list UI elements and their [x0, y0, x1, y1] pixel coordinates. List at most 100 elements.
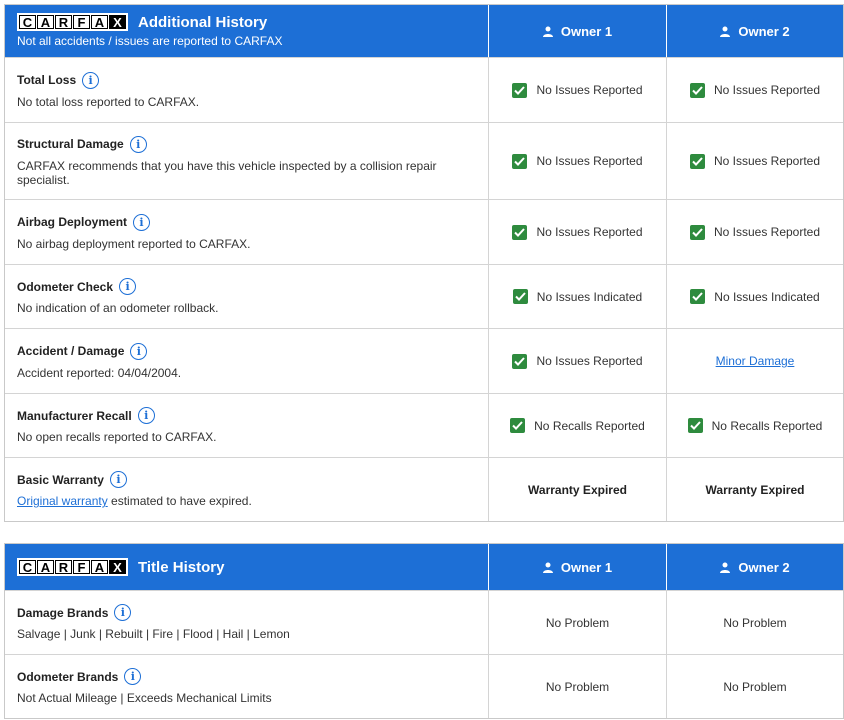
- info-icon[interactable]: i: [82, 71, 100, 89]
- title-row-odometer-brands: Odometer Brands i Not Actual Mileage | Ex…: [5, 654, 843, 718]
- status-text: No Issues Reported: [536, 154, 643, 168]
- owner-2-status: Warranty Expired: [666, 458, 843, 521]
- info-icon[interactable]: i: [124, 668, 142, 685]
- owner-1-status: No Recalls Reported: [488, 394, 666, 457]
- owner-1-status: No Issues Indicated: [488, 265, 666, 328]
- additional-history-header: C A R F A X Additional History Not all a…: [5, 5, 843, 57]
- owner-1-status: No Issues Reported: [488, 200, 666, 264]
- owner-2-header: Owner 2: [666, 5, 843, 57]
- section-title: Additional History: [138, 13, 268, 31]
- owner-label: Owner 2: [738, 559, 790, 575]
- row-description: Not Actual Mileage | Exceeds Mechanical …: [17, 691, 272, 705]
- owner-label: Owner 1: [560, 23, 613, 39]
- row-title: Odometer Check: [17, 279, 114, 294]
- logo-letter: X: [109, 560, 126, 574]
- carfax-logo: C A R F A X: [17, 13, 128, 31]
- header-title-block: C A R F A X Title History: [5, 544, 488, 590]
- header-title-block: C A R F A X Additional History Not all a…: [5, 5, 488, 57]
- checkmark-icon: [690, 289, 706, 304]
- history-row-airbag-deployment: Airbag Deployment i No airbag deployment …: [5, 199, 843, 264]
- title-history-section: C A R F A X Title History Owner 1 Owner …: [4, 543, 844, 719]
- row-title: Manufacturer Recall: [17, 408, 132, 423]
- status-text: No Issues Reported: [713, 225, 821, 239]
- status-text: No Issues Reported: [536, 354, 643, 368]
- logo-letter: C: [19, 15, 36, 29]
- info-icon[interactable]: i: [129, 135, 147, 153]
- info-icon[interactable]: i: [109, 471, 127, 488]
- row-title: Total Loss: [17, 73, 77, 87]
- logo-letter: A: [91, 560, 108, 574]
- owner-2-status: No Problem: [666, 591, 843, 654]
- person-icon: [542, 26, 553, 37]
- owner-2-status: No Issues Indicated: [666, 265, 843, 328]
- original-warranty-link[interactable]: Original warranty: [17, 494, 108, 508]
- warranty-desc-text: estimated to have expired.: [107, 494, 252, 508]
- status-text: No Issues Indicated: [714, 289, 820, 304]
- history-row-accident-damage: Accident / Damage i Accident reported: 04…: [5, 328, 843, 393]
- status-text: No Issues Reported: [713, 154, 821, 168]
- owner-1-status: No Problem: [488, 655, 666, 718]
- status-text: No Issues Reported: [713, 83, 821, 97]
- owner-label: Owner 1: [560, 559, 613, 575]
- additional-history-section: C A R F A X Additional History Not all a…: [4, 4, 844, 522]
- checkmark-icon: [689, 224, 705, 240]
- checkmark-icon: [512, 153, 528, 169]
- status-text: No Problem: [723, 615, 787, 630]
- info-icon[interactable]: i: [133, 213, 151, 231]
- status-text: No Issues Indicated: [536, 289, 643, 304]
- status-text: No Issues Reported: [536, 225, 643, 239]
- logo-letter: X: [109, 15, 126, 29]
- logo-letter: R: [55, 560, 72, 574]
- owner-1-status: No Issues Reported: [488, 329, 666, 393]
- row-description: No total loss reported to CARFAX.: [17, 94, 200, 109]
- row-description: Original warranty estimated to have expi…: [17, 494, 476, 508]
- row-title: Odometer Brands: [17, 669, 119, 684]
- status-text: Warranty Expired: [528, 482, 627, 497]
- owner-1-status: No Problem: [488, 591, 666, 654]
- minor-damage-link[interactable]: Minor Damage: [716, 354, 795, 368]
- carfax-logo: C A R F A X: [17, 558, 128, 576]
- status-text: No Issues Reported: [536, 83, 643, 97]
- checkmark-icon: [512, 224, 528, 240]
- logo-letter: F: [73, 560, 90, 574]
- owner-2-status: No Recalls Reported: [666, 394, 843, 457]
- checkmark-icon: [510, 418, 526, 433]
- owner-2-status: No Issues Reported: [666, 58, 843, 122]
- logo-letter: F: [73, 15, 90, 29]
- status-text: Warranty Expired: [705, 482, 805, 497]
- owner-1-status: No Issues Reported: [488, 123, 666, 199]
- logo-letter: A: [37, 560, 54, 574]
- row-title: Damage Brands: [17, 605, 109, 620]
- section-subtitle: Not all accidents / issues are reported …: [17, 34, 283, 48]
- checkmark-icon: [689, 153, 705, 169]
- owner-1-status: Warranty Expired: [488, 458, 666, 521]
- status-text: No Problem: [545, 615, 610, 630]
- row-description: Salvage | Junk | Rebuilt | Fire | Flood …: [17, 627, 290, 641]
- info-icon[interactable]: i: [130, 342, 148, 360]
- row-title: Structural Damage: [17, 137, 124, 151]
- person-icon: [720, 26, 731, 37]
- owner-1-header: Owner 1: [488, 544, 666, 590]
- status-text: No Problem: [545, 679, 610, 694]
- checkmark-icon: [512, 82, 528, 98]
- checkmark-icon: [512, 289, 528, 304]
- owner-2-status: Minor Damage: [666, 329, 843, 393]
- owner-1-header: Owner 1: [488, 5, 666, 57]
- history-row-odometer-check: Odometer Check i No indication of an odom…: [5, 264, 843, 328]
- logo-letter: A: [91, 15, 108, 29]
- title-history-header: C A R F A X Title History Owner 1 Owner …: [5, 544, 843, 590]
- checkmark-icon: [689, 82, 705, 98]
- history-row-structural-damage: Structural Damage i CARFAX recommends tha…: [5, 122, 843, 199]
- row-description: No indication of an odometer rollback.: [17, 301, 219, 315]
- info-icon[interactable]: i: [119, 278, 137, 295]
- info-icon[interactable]: i: [137, 407, 155, 424]
- history-row-manufacturer-recall: Manufacturer Recall i No open recalls rep…: [5, 393, 843, 457]
- row-title: Airbag Deployment: [17, 215, 128, 229]
- info-icon[interactable]: i: [114, 604, 132, 621]
- title-row-damage-brands: Damage Brands i Salvage | Junk | Rebuilt …: [5, 590, 843, 654]
- row-description: CARFAX recommends that you have this veh…: [17, 158, 437, 187]
- status-text: No Recalls Reported: [711, 418, 823, 433]
- owner-label: Owner 2: [738, 23, 790, 39]
- row-description: Accident reported: 04/04/2004.: [17, 365, 182, 380]
- logo-letter: A: [37, 15, 54, 29]
